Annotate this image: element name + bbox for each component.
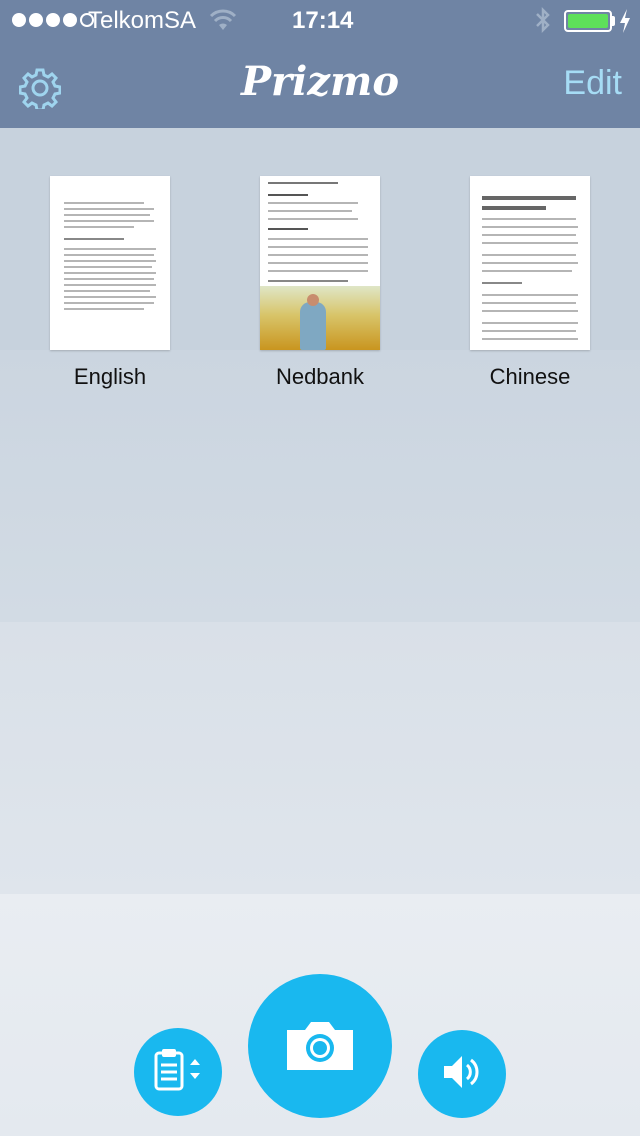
- document-title: Nedbank: [275, 364, 365, 389]
- camera-icon: [283, 1016, 357, 1077]
- speaker-icon: [440, 1052, 484, 1097]
- wifi-icon: [208, 8, 238, 38]
- app-title: Prizmo: [240, 58, 400, 105]
- clipboard-button[interactable]: [134, 1028, 222, 1116]
- document-thumbnail[interactable]: [50, 176, 170, 350]
- speak-button[interactable]: [418, 1030, 506, 1118]
- bluetooth-icon: [534, 6, 552, 40]
- status-time: 17:14: [292, 7, 354, 34]
- document-thumbnail[interactable]: [260, 176, 380, 350]
- document-item[interactable]: Nedbank: [250, 176, 390, 390]
- empty-shelf: [0, 622, 640, 894]
- carrier-name: TelkomSA: [88, 7, 197, 34]
- document-thumbnail[interactable]: [470, 176, 590, 350]
- charging-bolt-icon: [618, 8, 632, 40]
- clipboard-icon: [148, 1045, 208, 1100]
- camera-button[interactable]: [248, 974, 392, 1118]
- document-title: English: [73, 364, 147, 389]
- edit-button[interactable]: Edit: [563, 64, 622, 103]
- status-bar: TelkomSA 17:14: [0, 0, 640, 40]
- document-title: Chinese: [489, 364, 571, 389]
- battery-icon: [564, 10, 612, 32]
- document-item[interactable]: Chinese: [460, 176, 600, 390]
- signal-strength-icon: [12, 13, 94, 27]
- document-item[interactable]: English: [40, 176, 180, 390]
- nav-bar: TelkomSA 17:14 Prizmo Edit: [0, 0, 640, 128]
